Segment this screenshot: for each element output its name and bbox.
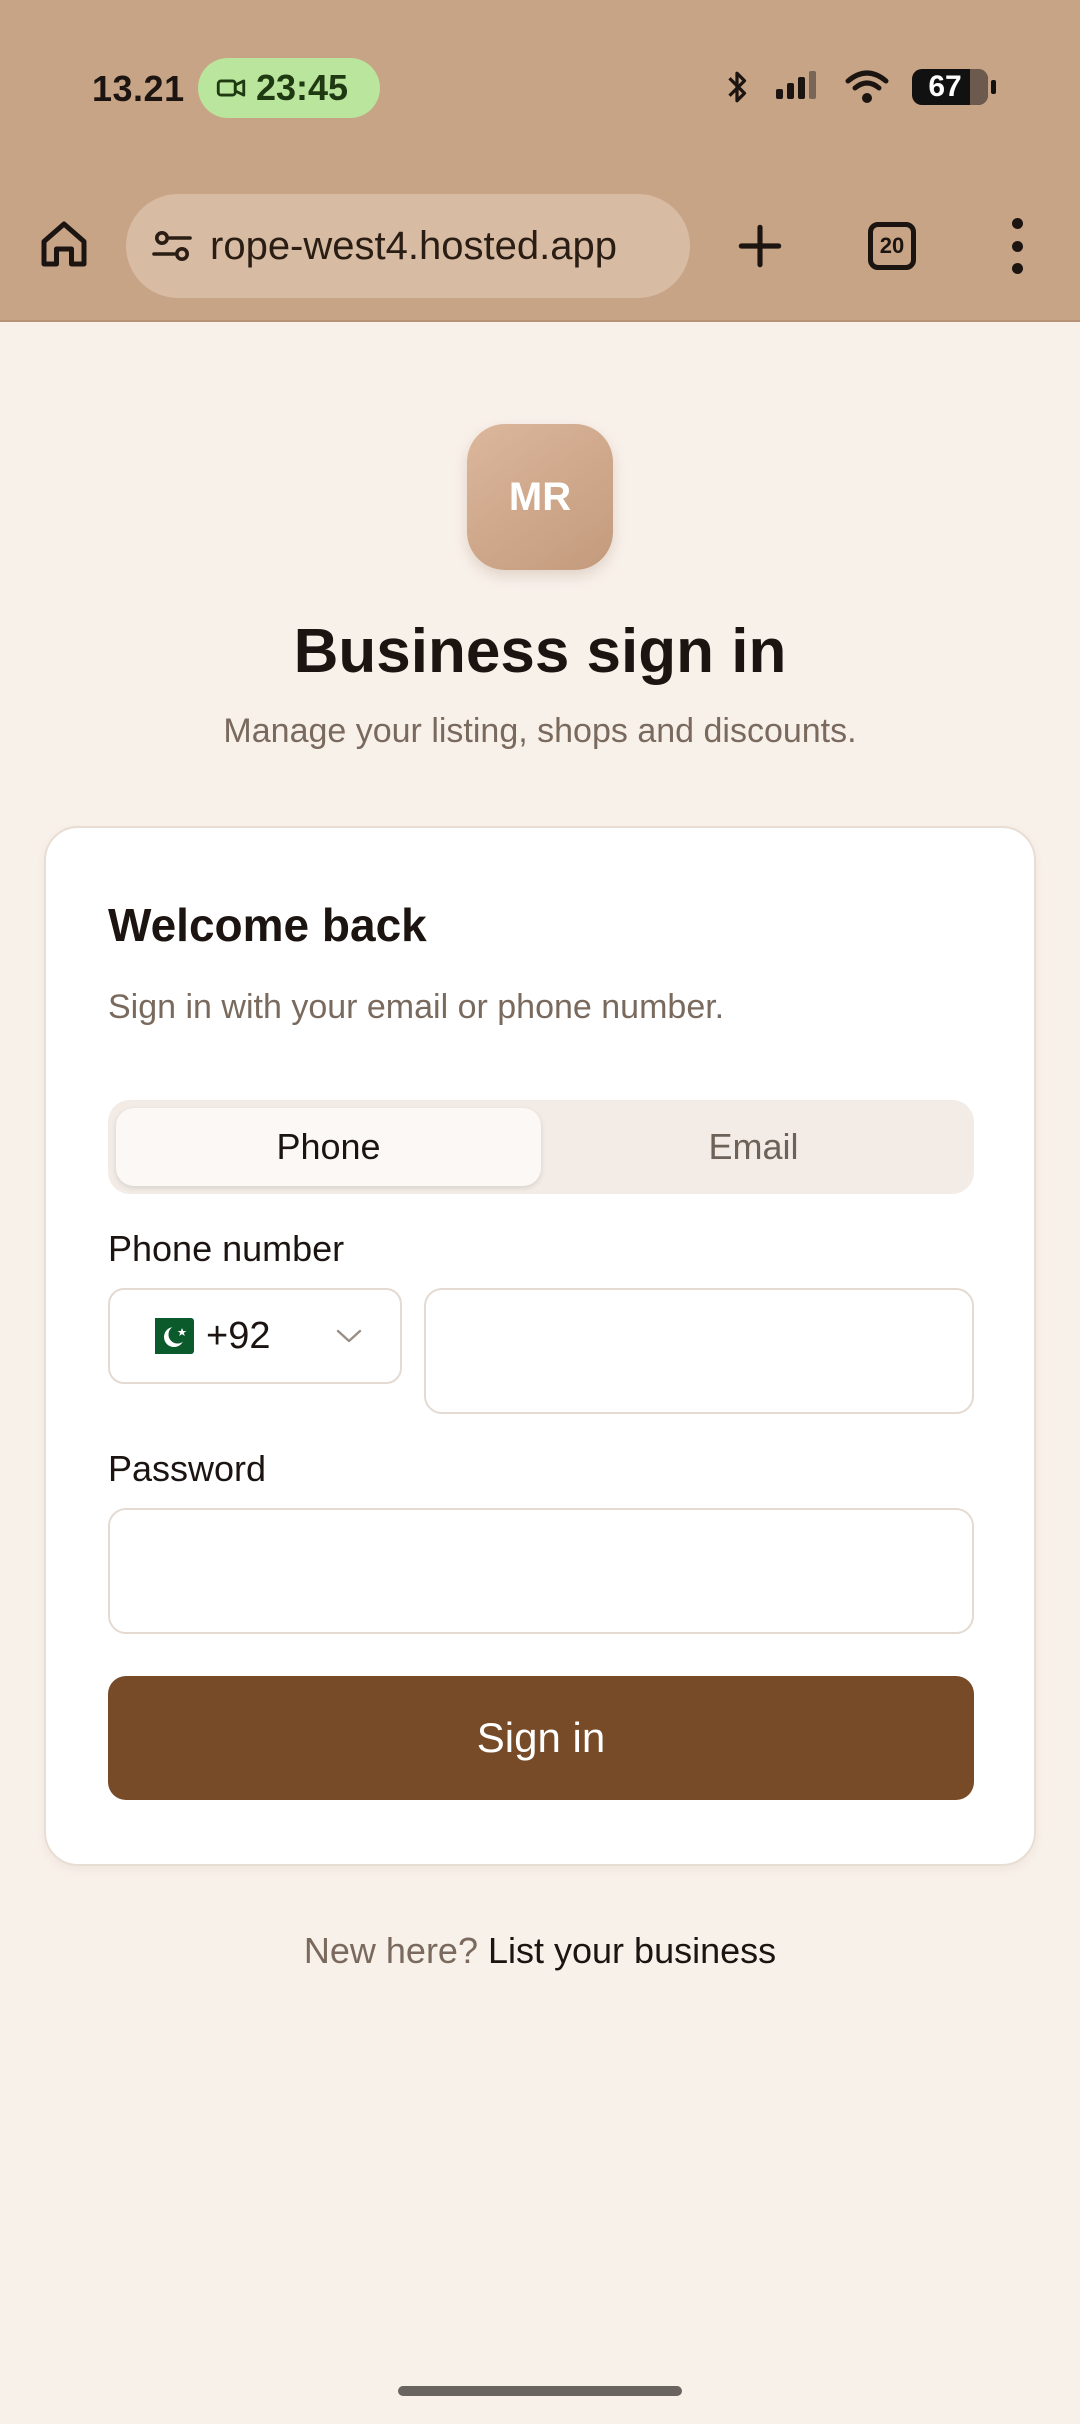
tab-switcher-button[interactable]: 20 [868,222,916,270]
sign-in-method-toggle: Phone Email [108,1100,974,1194]
country-code-select[interactable]: +92 [108,1288,402,1384]
signup-question: New here? [303,1930,478,1971]
browser-top-bar: 13.21 23:45 67 rope-west4.hosted.app 20 [0,0,1080,322]
chevron-down-icon [336,1329,362,1343]
status-icons: 67 [722,62,996,112]
home-indicator[interactable] [398,2386,682,2396]
page-title: Business sign in [293,617,787,686]
site-settings-icon[interactable] [148,222,196,270]
phone-number-input[interactable] [424,1288,974,1414]
url-text[interactable]: rope-west4.hosted.app [210,224,670,269]
status-time: 13.21 [92,68,185,109]
card-subtitle: Sign in with your email or phone number. [108,988,725,1026]
battery-icon: 67 [912,69,996,105]
url-bar[interactable]: rope-west4.hosted.app [126,194,690,298]
logo-initials: MR [508,474,572,519]
wifi-icon [845,70,889,103]
signup-prompt: New here? List your business [0,1930,1080,1972]
home-icon[interactable] [34,214,94,274]
call-timer: 23:45 [256,67,349,108]
tab-count: 20 [879,233,905,258]
list-business-link[interactable]: List your business [488,1930,776,1971]
sign-in-button[interactable]: Sign in [108,1676,974,1800]
brand-logo: MR [467,424,613,570]
card-title: Welcome back [108,899,427,951]
sign-in-card: Welcome back Sign in with your email or … [44,826,1036,1866]
tab-email[interactable]: Email [541,1108,966,1186]
battery-level: 67 [928,70,962,103]
password-label: Password [108,1448,267,1489]
tab-phone[interactable]: Phone [116,1108,541,1186]
signal-icon [776,71,816,99]
phone-number-label: Phone number [108,1228,345,1269]
more-menu-icon[interactable] [1000,218,1034,274]
video-call-icon [216,79,246,97]
country-code: +92 [206,1314,271,1357]
ongoing-call-pill[interactable]: 23:45 [198,58,380,118]
page-subtitle: Manage your listing, shops and discounts… [223,712,857,750]
new-tab-icon[interactable] [732,218,788,274]
password-input[interactable] [108,1508,974,1634]
bluetooth-icon [728,71,747,103]
pakistan-flag-icon [142,1318,194,1354]
